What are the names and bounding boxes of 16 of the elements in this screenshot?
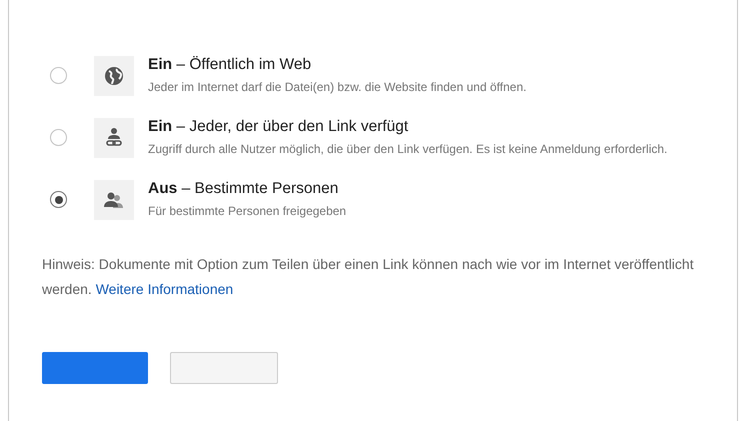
people-icon xyxy=(104,191,124,209)
option-title: Ein – Öffentlich im Web xyxy=(148,55,312,75)
option-description: Jeder im Internet darf die Datei(en) bzw. die Website finden und öffnen. xyxy=(148,79,526,96)
option-description: Für bestimmte Personen freigegeben xyxy=(148,203,346,220)
option-title: Ein – Jeder, der über den Link verfügt xyxy=(148,117,410,137)
radio-button[interactable] xyxy=(50,67,67,84)
secondary-button[interactable] xyxy=(170,352,278,384)
radio-button[interactable] xyxy=(50,191,67,208)
option-description: Zugriff durch alle Nutzer möglich, die über den Link verfügen. Es ist keine Anmeldung erforderlich. xyxy=(148,141,668,158)
note-text: Hinweis: Dokumente mit Option zum Teilen über einen Link können nach wie vor im Internet veröffentlicht werden. Weitere Informationen xyxy=(42,255,695,299)
person-link-icon xyxy=(105,127,123,149)
radio-button[interactable] xyxy=(50,129,67,146)
option-title: Aus – Bestimmte Personen xyxy=(148,179,340,199)
primary-button[interactable] xyxy=(42,352,148,384)
globe-icon xyxy=(104,66,124,86)
more-info-link[interactable]: Weitere Informationen xyxy=(96,281,234,297)
